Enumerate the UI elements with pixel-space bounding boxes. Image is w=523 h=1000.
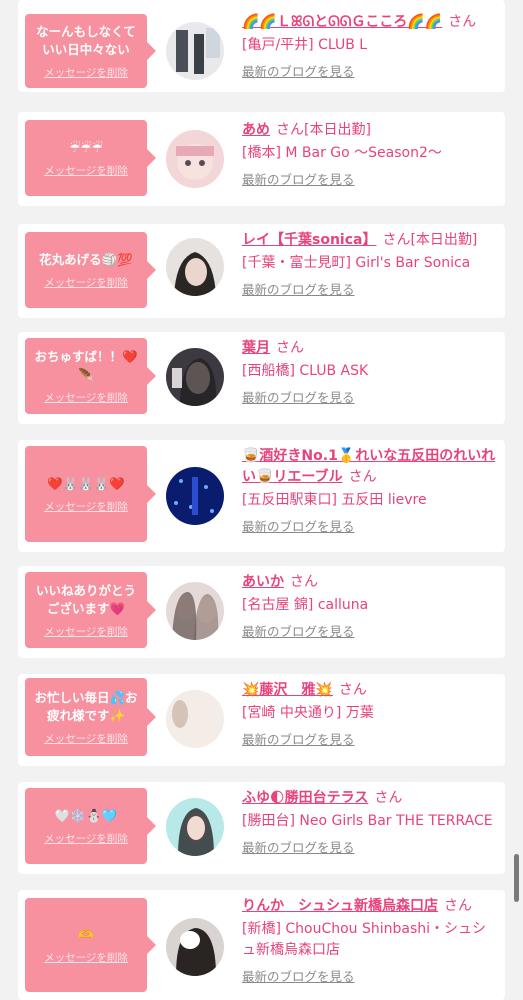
message-text: ❤️🐰🐰🐰❤️ [47,475,125,491]
honorific: さん [448,14,477,30]
avatar[interactable] [166,238,224,296]
honorific: さん [382,232,411,248]
delete-message-link[interactable]: メッセージを削除 [44,831,128,846]
shop-info: [勝田台] Neo Girls Bar THE TERRACE [242,813,493,829]
list-item: いいねありがとうございます💗 メッセージを削除 あいか さん [名古屋 錦] ca… [18,566,505,658]
delete-message-link[interactable]: メッセージを削除 [44,731,128,746]
cast-name-link[interactable]: ふゆ🌓勝田台テラス [242,790,368,806]
cast-name-link[interactable]: レイ【千葉sonica】 [242,232,376,248]
latest-blog-link[interactable]: 最新のブログを見る [242,518,499,536]
cast-name-link[interactable]: 🌈🌈ＬꕤᘏとᘏᘏＧこころ🌈🌈 [242,14,442,30]
message-bubble: おちゅすば！！❤️🪶 メッセージを削除 [25,338,156,414]
delete-message-link[interactable]: メッセージを削除 [44,65,128,80]
status-badge: [本日出勤] [304,122,371,138]
message-bubble: ☔☔☔ メッセージを削除 [25,120,156,196]
list-item: お忙しい毎日💦お疲れ様です✨ メッセージを削除 💥藤沢 雅💥 さん [宮崎 中央通… [18,674,505,766]
avatar[interactable] [166,22,224,80]
delete-message-link[interactable]: メッセージを削除 [44,624,128,639]
delete-message-link[interactable]: メッセージを削除 [44,275,128,290]
message-text: お忙しい毎日💦お疲れ様です✨ [34,689,138,723]
avatar[interactable] [166,348,224,406]
message-text: 花丸あげる🏐💯 [39,251,133,267]
list-item: 🤍❄️⛄🩵 メッセージを削除 ふゆ🌓勝田台テラス さん [勝田台] Neo Gir… [18,782,505,874]
message-bubble: ❤️🐰🐰🐰❤️ メッセージを削除 [25,446,156,542]
avatar[interactable] [166,582,224,640]
honorific: さん [348,469,377,485]
latest-blog-link[interactable]: 最新のブログを見る [242,731,499,749]
honorific: さん [276,122,304,138]
list-item: なーんもしなくていい日中々ない メッセージを削除 🌈🌈ＬꕤᘏとᘏᘏＧこころ🌈🌈 さ… [18,0,505,92]
honorific: さん [290,574,318,590]
list-item: おちゅすば！！❤️🪶 メッセージを削除 葉月 さん [西船橋] CLUB ASK … [18,332,505,424]
latest-blog-link[interactable]: 最新のブログを見る [242,281,499,299]
shop-info: [千葉・富士見町] Girl's Bar Sonica [242,255,471,271]
shop-info: [五反田駅東口] 五反田 lievre [242,492,427,508]
item-info: 葉月 さん [西船橋] CLUB ASK 最新のブログを見る [242,338,499,407]
message-bubble: 🤍❄️⛄🩵 メッセージを削除 [25,788,156,864]
latest-blog-link[interactable]: 最新のブログを見る [242,171,499,189]
delete-message-link[interactable]: メッセージを削除 [44,390,128,405]
honorific: さん [338,682,367,698]
cast-name-link[interactable]: あいか [242,574,284,590]
cast-name-link[interactable]: 葉月 [242,340,270,356]
delete-message-link[interactable]: メッセージを削除 [44,163,128,178]
list-item: ☔☔☔ メッセージを削除 あめ さん[本日出勤] [橋本] M Bar Go 〜S… [18,112,505,206]
honorific: さん [444,898,472,914]
item-info: 🥃酒好きNo.1🥇れいな五反田のれいれい🥃リエーブル さん [五反田駅東口] 五反… [242,446,499,536]
item-info: 💥藤沢 雅💥 さん [宮崎 中央通り] 万葉 最新のブログを見る [242,680,499,749]
message-bubble: 花丸あげる🏐💯 メッセージを削除 [25,232,156,308]
avatar[interactable] [166,690,224,748]
message-text: いいねありがとうございます💗 [35,582,136,616]
avatar[interactable] [166,467,224,525]
list-item: ❤️🐰🐰🐰❤️ メッセージを削除 🥃酒好きNo.1🥇れいな五反田のれいれい🥃リエ… [18,440,505,552]
message-bubble: お忙しい毎日💦お疲れ様です✨ メッセージを削除 [25,678,156,756]
message-bubble: なーんもしなくていい日中々ない メッセージを削除 [25,14,156,88]
delete-message-link[interactable]: メッセージを削除 [44,499,128,514]
message-text: なーんもしなくていい日中々ない [36,23,136,57]
cast-name-link[interactable]: りんか シュシュ新橋烏森口店 [242,898,438,914]
status-badge: [本日出勤] [410,232,478,248]
delete-message-link[interactable]: メッセージを削除 [44,950,128,965]
item-info: あいか さん [名古屋 錦] calluna 最新のブログを見る [242,572,499,641]
shop-info: [橋本] M Bar Go 〜Season2〜 [242,145,442,161]
latest-blog-link[interactable]: 最新のブログを見る [242,389,499,407]
list-item: 🫶 メッセージを削除 りんか シュシュ新橋烏森口店 さん [新橋] ChouCho… [18,890,505,1000]
cast-name-link[interactable]: 💥藤沢 雅💥 [242,682,333,698]
avatar[interactable] [166,130,224,188]
latest-blog-link[interactable]: 最新のブログを見る [242,839,499,857]
scrollbar-thumb[interactable] [514,854,519,902]
latest-blog-link[interactable]: 最新のブログを見る [242,623,499,641]
item-info: 🌈🌈ＬꕤᘏとᘏᘏＧこころ🌈🌈 さん [亀戸/平井] CLUB L 最新のブログを見… [242,12,499,81]
avatar[interactable] [166,918,224,976]
honorific: さん [276,340,304,356]
shop-info: [宮崎 中央通り] 万葉 [242,705,374,721]
honorific: さん [374,790,403,806]
shop-info: [新橋] ChouChou Shinbashi・シュシュ新橋烏森口店 [242,921,487,958]
shop-info: [名古屋 錦] calluna [242,597,369,613]
message-bubble: いいねありがとうございます💗 メッセージを削除 [25,572,156,648]
message-text: ☔☔☔ [69,139,103,155]
item-info: ふゆ🌓勝田台テラス さん [勝田台] Neo Girls Bar THE TERR… [242,788,499,857]
message-text: おちゅすば！！❤️🪶 [34,348,138,382]
message-text: 🫶 [78,926,94,942]
item-info: りんか シュシュ新橋烏森口店 さん [新橋] ChouChou Shinbashi… [242,896,499,986]
latest-blog-link[interactable]: 最新のブログを見る [242,968,499,986]
item-info: あめ さん[本日出勤] [橋本] M Bar Go 〜Season2〜 最新のブロ… [242,120,499,189]
list-item: 花丸あげる🏐💯 メッセージを削除 レイ【千葉sonica】 さん[本日出勤] [千… [18,224,505,318]
shop-info: [亀戸/平井] CLUB L [242,37,368,53]
item-info: レイ【千葉sonica】 さん[本日出勤] [千葉・富士見町] Girl's Ba… [242,230,499,299]
avatar[interactable] [166,798,224,856]
message-bubble: 🫶 メッセージを削除 [25,898,156,992]
cast-name-link[interactable]: あめ [242,122,270,138]
message-text: 🤍❄️⛄🩵 [54,807,118,823]
latest-blog-link[interactable]: 最新のブログを見る [242,63,499,81]
shop-info: [西船橋] CLUB ASK [242,363,369,379]
